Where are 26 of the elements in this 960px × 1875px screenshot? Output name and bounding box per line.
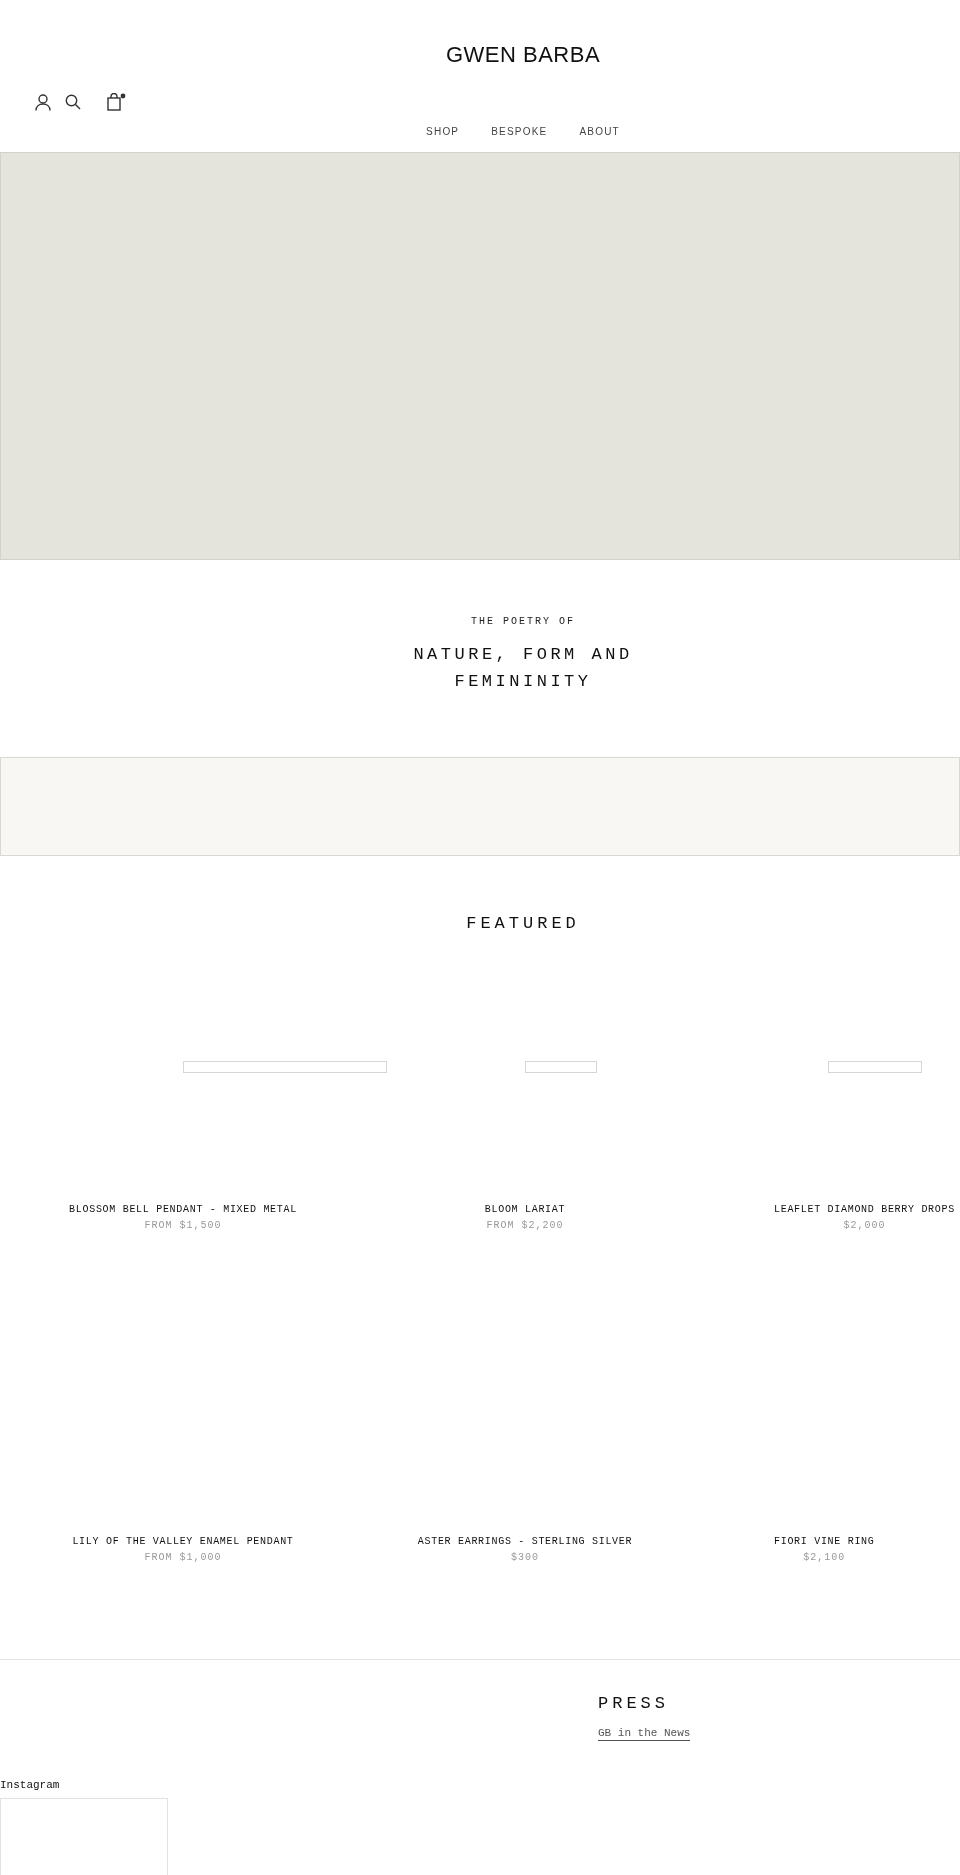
product-name[interactable]: LEAFLET DIAMOND BERRY DROPS xyxy=(774,1204,955,1215)
product-name[interactable]: LILY OF THE VALLEY ENAMEL PENDANT xyxy=(72,1536,294,1547)
section-title: FEATURED xyxy=(465,914,581,933)
brand-logo[interactable]: GWEN BARBA xyxy=(445,42,601,68)
account-icon[interactable] xyxy=(35,93,51,111)
product-price: $2,000 xyxy=(843,1220,886,1231)
instagram-label: Instagram xyxy=(0,1779,61,1791)
press-link[interactable]: GB in the News xyxy=(598,1727,691,1741)
product-price: FROM $2,200 xyxy=(486,1220,564,1231)
product-price: $2,100 xyxy=(803,1552,846,1563)
nav-link[interactable]: BESPOKE xyxy=(491,126,548,152)
product-price: $300 xyxy=(511,1552,539,1563)
nav-link[interactable]: ABOUT xyxy=(579,126,620,152)
product-name[interactable]: BLOOM LARIAT xyxy=(484,1204,566,1215)
intro-eyebrow: THE POETRY OF xyxy=(471,616,575,627)
product-name[interactable]: BLOSSOM BELL PENDANT - MIXED METAL xyxy=(69,1204,297,1215)
intro-heading: NATURE, FORM AND FEMININITY xyxy=(413,644,633,693)
nav-link[interactable]: SHOP xyxy=(426,126,460,152)
image-placeholder xyxy=(525,1061,597,1073)
search-icon[interactable] xyxy=(65,94,81,110)
product-price: FROM $1,500 xyxy=(144,1220,222,1231)
product-name[interactable]: FIORI VINE RING xyxy=(774,1536,875,1547)
product-price: FROM $1,000 xyxy=(144,1552,222,1563)
press-title: PRESS xyxy=(598,1694,669,1713)
product-name[interactable]: ASTER EARRINGS - STERLING SILVER xyxy=(417,1536,633,1547)
shopping-bag-icon[interactable] xyxy=(107,93,126,111)
